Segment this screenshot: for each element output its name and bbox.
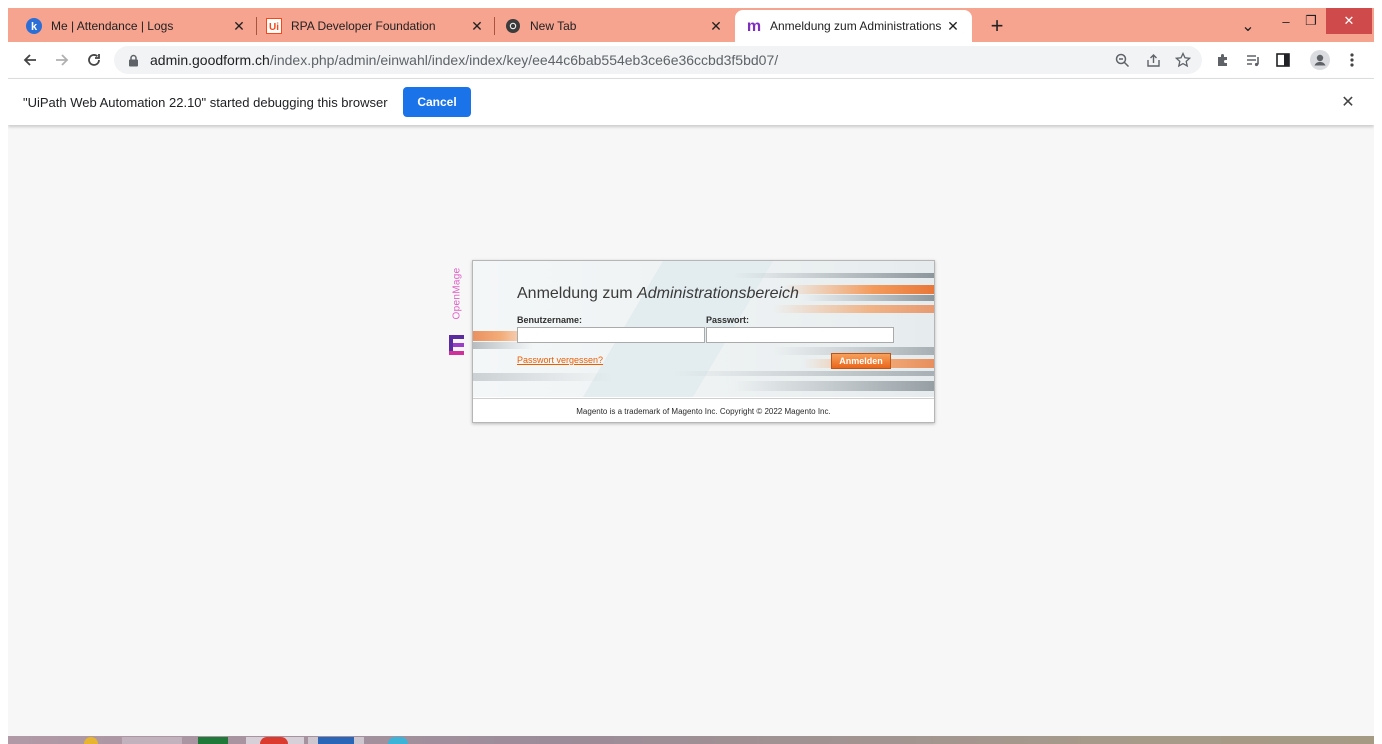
- taskbar-app-icon[interactable]: [318, 737, 354, 744]
- tab-title: Me | Attendance | Logs: [51, 19, 174, 33]
- tab-close-button[interactable]: ✕: [707, 17, 725, 35]
- tab-title: New Tab: [530, 19, 577, 33]
- tab-strip: k Me | Attendance | Logs ✕ Ui RPA Develo…: [8, 8, 1374, 42]
- chrome-icon: [505, 18, 521, 34]
- back-button[interactable]: [18, 48, 42, 72]
- reload-button[interactable]: [82, 48, 106, 72]
- tab-close-button[interactable]: ✕: [230, 17, 248, 35]
- url-path: /index.php/admin/einwahl/index/index/key…: [269, 52, 779, 68]
- profile-avatar-icon[interactable]: [1308, 48, 1332, 72]
- close-window-button[interactable]: ✕: [1326, 8, 1372, 34]
- side-panel-icon[interactable]: [1271, 48, 1295, 72]
- arrow-right-icon: [56, 54, 69, 66]
- browser-window: k Me | Attendance | Logs ✕ Ui RPA Develo…: [8, 8, 1374, 744]
- login-heading: Anmeldung zum Administrationsbereich: [517, 285, 799, 303]
- tab-title: Anmeldung zum Administrations: [770, 19, 942, 33]
- reload-icon: [88, 54, 100, 66]
- tab-close-button[interactable]: ✕: [468, 17, 486, 35]
- forgot-password-link[interactable]: Passwort vergessen?: [517, 355, 603, 365]
- tab-separator: [256, 17, 257, 35]
- uipath-ui-icon: Ui: [266, 18, 282, 34]
- reading-list-icon[interactable]: [1241, 48, 1265, 72]
- debugging-infobar: "UiPath Web Automation 22.10" started de…: [8, 78, 1374, 125]
- address-bar[interactable]: admin.goodform.ch/index.php/admin/einwah…: [114, 46, 1202, 74]
- tab-new-tab[interactable]: New Tab ✕: [505, 10, 735, 42]
- brand-name: OpenMage: [451, 267, 463, 320]
- forward-button[interactable]: [50, 48, 74, 72]
- url-text: admin.goodform.ch/index.php/admin/einwah…: [150, 52, 778, 68]
- new-tab-button[interactable]: +: [984, 13, 1010, 39]
- taskbar-app-icon[interactable]: [388, 737, 408, 744]
- tab-attendance[interactable]: k Me | Attendance | Logs ✕: [26, 10, 258, 42]
- username-label: Benutzername:: [517, 315, 583, 325]
- close-infobar-icon[interactable]: ✕: [1338, 92, 1358, 112]
- infobar-message: "UiPath Web Automation 22.10" started de…: [23, 95, 388, 110]
- password-field[interactable]: [706, 327, 894, 343]
- heading-italic: Administrationsbereich: [637, 285, 799, 302]
- tab-close-button[interactable]: ✕: [944, 17, 962, 35]
- extensions-puzzle-icon[interactable]: [1211, 48, 1235, 72]
- k-avatar-icon: k: [26, 18, 42, 34]
- zoom-icon[interactable]: [1110, 48, 1134, 72]
- taskbar-app-icon[interactable]: [198, 737, 228, 744]
- taskbar-app-icon[interactable]: [260, 737, 288, 744]
- tab-search-dropdown[interactable]: ⌄: [1236, 13, 1260, 39]
- share-icon[interactable]: [1141, 48, 1165, 72]
- lock-icon: [128, 54, 139, 72]
- login-box: Anmeldung zum Administrationsbereich Ben…: [472, 260, 935, 423]
- minimize-button[interactable]: –: [1274, 8, 1298, 34]
- svg-text:m: m: [747, 18, 761, 34]
- restore-button[interactable]: ❐: [1298, 8, 1324, 34]
- cancel-debugging-button[interactable]: Cancel: [403, 87, 471, 117]
- svg-text:Ui: Ui: [269, 22, 279, 33]
- svg-text:k: k: [31, 21, 38, 33]
- heading-plain: Anmeldung zum: [517, 285, 638, 302]
- tab-title: RPA Developer Foundation: [291, 19, 436, 33]
- login-button[interactable]: Anmelden: [831, 353, 891, 369]
- taskbar-app-icon[interactable]: [84, 737, 98, 744]
- bookmark-star-icon[interactable]: [1171, 48, 1195, 72]
- username-field[interactable]: [517, 327, 705, 343]
- arrow-left-icon: [23, 54, 36, 66]
- taskbar-app-icon[interactable]: [122, 737, 182, 744]
- kebab-menu-icon[interactable]: [1340, 48, 1364, 72]
- os-taskbar: [8, 736, 1374, 744]
- tab-admin-login[interactable]: m Anmeldung zum Administrations ✕: [735, 10, 972, 42]
- copyright-footer: Magento is a trademark of Magento Inc. C…: [473, 398, 934, 422]
- tab-rpa-developer[interactable]: Ui RPA Developer Foundation ✕: [266, 10, 496, 42]
- browser-toolbar: admin.goodform.ch/index.php/admin/einwah…: [8, 42, 1374, 78]
- url-host: admin.goodform.ch: [150, 52, 270, 68]
- magento-m-icon: m: [745, 18, 761, 34]
- openmage-e-icon: [449, 335, 464, 355]
- tab-separator: [494, 17, 495, 35]
- openmage-logo: OpenMage: [445, 264, 469, 356]
- password-label: Passwort:: [706, 315, 750, 325]
